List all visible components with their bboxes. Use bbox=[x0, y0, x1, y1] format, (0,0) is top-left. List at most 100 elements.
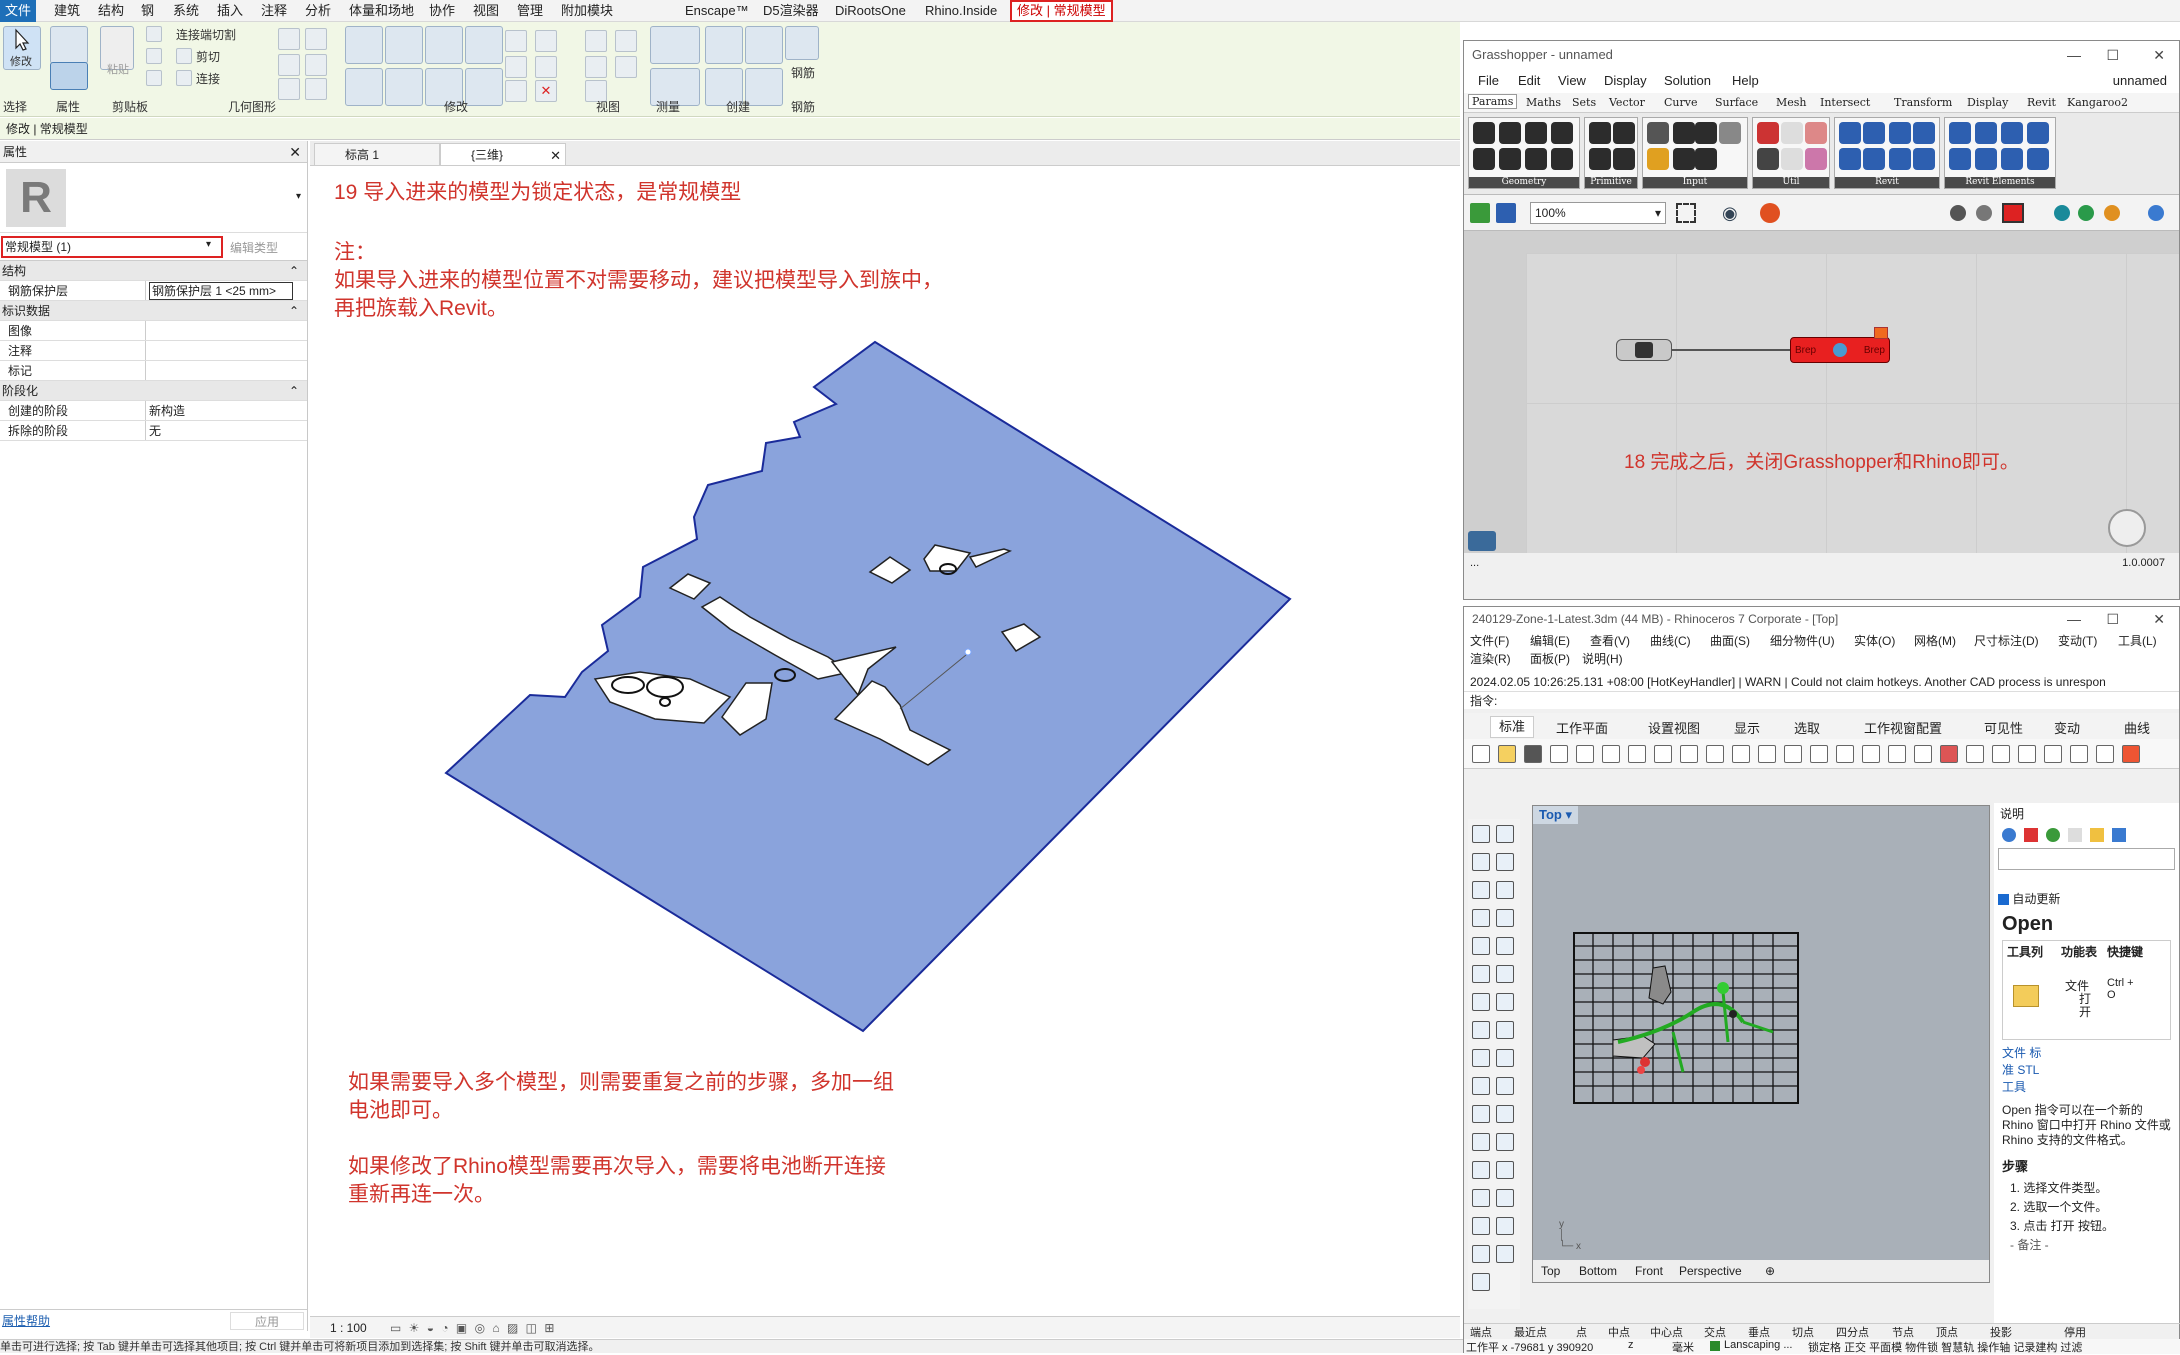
paste-icon[interactable] bbox=[1628, 745, 1646, 763]
tab-annotate[interactable]: 注释 bbox=[256, 0, 292, 22]
add-viewport-icon[interactable]: ⊕ bbox=[1765, 1260, 1775, 1282]
boolean-icon[interactable] bbox=[1496, 993, 1514, 1011]
gh-group-util[interactable]: Util bbox=[1752, 117, 1830, 189]
freeform-icon[interactable] bbox=[1496, 937, 1514, 955]
rhino-model-plan[interactable] bbox=[1573, 932, 1803, 1107]
polygon-icon[interactable] bbox=[1472, 937, 1490, 955]
undo-icon[interactable] bbox=[1680, 745, 1698, 763]
eye-icon[interactable]: ◉ bbox=[1722, 203, 1738, 224]
gh-tab-mesh[interactable]: Mesh bbox=[1776, 96, 1807, 109]
layers-icon[interactable] bbox=[2024, 828, 2038, 842]
extrude-icon[interactable] bbox=[1496, 965, 1514, 983]
undo-view-icon[interactable] bbox=[1862, 745, 1880, 763]
properties-help-link[interactable]: 属性帮助 bbox=[2, 1310, 50, 1332]
cut-icon[interactable] bbox=[176, 48, 192, 64]
rotate-icon[interactable] bbox=[1496, 1105, 1514, 1123]
rh-menu-file[interactable]: 文件(F) bbox=[1470, 632, 1509, 649]
text-icon[interactable] bbox=[1472, 1161, 1490, 1179]
rh-tab-visibility[interactable]: 可见性 bbox=[1984, 718, 2023, 737]
tab-massing[interactable]: 体量和场地 bbox=[344, 0, 419, 22]
gh-group-geometry[interactable]: Geometry bbox=[1468, 117, 1580, 189]
gh-tab-curve[interactable]: Curve bbox=[1664, 96, 1697, 109]
tab-steel[interactable]: 钢 bbox=[136, 0, 159, 22]
section-phasing[interactable]: 阶段化 ⌃ bbox=[0, 381, 307, 401]
copy-icon[interactable] bbox=[1576, 745, 1594, 763]
tab-dirootsone[interactable]: DiRootsOne bbox=[830, 0, 911, 22]
rh-tab-standard[interactable]: 标准 bbox=[1490, 716, 1535, 738]
geometry-tool-4[interactable] bbox=[305, 54, 327, 76]
tab-analyze[interactable]: 分析 bbox=[300, 0, 336, 22]
array-icon[interactable] bbox=[1472, 1245, 1490, 1263]
rh-menu-panels[interactable]: 面板(P) bbox=[1530, 650, 1570, 667]
section-identity[interactable]: 标识数据 ⌃ bbox=[0, 301, 307, 321]
close-icon[interactable]: ✕ bbox=[289, 141, 301, 163]
rectangle-icon[interactable] bbox=[1496, 909, 1514, 927]
tab-enscape[interactable]: Enscape™ bbox=[680, 0, 754, 22]
osnap-icon[interactable] bbox=[1992, 745, 2010, 763]
imported-model[interactable] bbox=[310, 167, 1460, 1067]
vp-tab-front[interactable]: Front bbox=[1635, 1260, 1663, 1282]
trim-icon[interactable] bbox=[1472, 1077, 1490, 1095]
grasshopper-canvas[interactable]: Brep Brep 18 完成之后，关闭Grasshopper和Rhino即可。 bbox=[1464, 231, 2179, 553]
gh-doc-name[interactable]: unnamed bbox=[2113, 73, 2167, 88]
view-tool-4[interactable] bbox=[615, 56, 637, 78]
vp-tab-perspective[interactable]: Perspective bbox=[1679, 1260, 1742, 1282]
rh-tab-display[interactable]: 显示 bbox=[1734, 718, 1760, 737]
rh-menu-surface[interactable]: 曲面(S) bbox=[1710, 632, 1750, 649]
material-icon[interactable] bbox=[2122, 745, 2140, 763]
shade-icon[interactable] bbox=[2018, 745, 2036, 763]
ellipse-icon[interactable] bbox=[1496, 881, 1514, 899]
cut-join-label[interactable]: 连接端切割 bbox=[176, 26, 236, 43]
gh-tab-transform[interactable]: Transform bbox=[1894, 96, 1952, 109]
rh-menu-subd[interactable]: 细分物件(U) bbox=[1770, 632, 1835, 649]
custom-icon[interactable] bbox=[2104, 205, 2120, 221]
mirror-draw-button[interactable] bbox=[465, 26, 503, 64]
subd-icon[interactable] bbox=[1496, 1021, 1514, 1039]
mirror-icon[interactable] bbox=[1496, 1133, 1514, 1151]
rh-menu-mesh[interactable]: 网格(M) bbox=[1914, 632, 1956, 649]
preview-wire-icon[interactable] bbox=[1950, 205, 1966, 221]
property-row[interactable]: 图像 bbox=[0, 321, 307, 341]
osnap-perp[interactable]: 垂点 bbox=[1748, 1324, 1770, 1340]
property-row[interactable]: 注释 bbox=[0, 341, 307, 361]
tab-rhino-inside[interactable]: Rhino.Inside bbox=[920, 0, 1002, 22]
gh-menu-display[interactable]: Display bbox=[1604, 73, 1647, 88]
scale-icon[interactable] bbox=[1472, 1133, 1490, 1151]
point-icon[interactable] bbox=[1496, 825, 1514, 843]
osnap-near[interactable]: 最近点 bbox=[1514, 1324, 1547, 1340]
group-icon[interactable] bbox=[1496, 1189, 1514, 1207]
rh-tab-cplanes[interactable]: 工作平面 bbox=[1556, 718, 1608, 737]
preview-selected-icon[interactable] bbox=[2002, 203, 2024, 223]
gh-tab-params[interactable]: Params bbox=[1468, 94, 1518, 109]
maximize-icon[interactable]: ☐ bbox=[2106, 41, 2119, 69]
tab-architecture[interactable]: 建筑 bbox=[49, 0, 85, 22]
lock-icon[interactable] bbox=[2096, 745, 2114, 763]
gh-tab-revit[interactable]: Revit bbox=[2027, 96, 2056, 109]
gh-menu-file[interactable]: File bbox=[1478, 73, 1499, 88]
rh-tab-select[interactable]: 选取 bbox=[1794, 718, 1820, 737]
gh-tab-intersect[interactable]: Intersect bbox=[1820, 96, 1870, 109]
gh-menu-solution[interactable]: Solution bbox=[1664, 73, 1711, 88]
rh-menu-solid[interactable]: 实体(O) bbox=[1854, 632, 1895, 649]
properties-icon[interactable] bbox=[2002, 828, 2016, 842]
rh-menu-curve[interactable]: 曲线(C) bbox=[1650, 632, 1691, 649]
circle-icon[interactable] bbox=[1472, 881, 1490, 899]
osnap-project[interactable]: 投影 bbox=[1990, 1324, 2012, 1340]
zoom-window-icon[interactable] bbox=[1784, 745, 1802, 763]
help-search-input[interactable] bbox=[1998, 848, 2175, 870]
new-icon[interactable] bbox=[1472, 745, 1490, 763]
analyze-icon[interactable] bbox=[1472, 1217, 1490, 1235]
select-icon[interactable] bbox=[1966, 745, 1984, 763]
view-tool-2[interactable] bbox=[615, 30, 637, 52]
osnap-vertex[interactable]: 顶点 bbox=[1936, 1324, 1958, 1340]
select-arrow-icon[interactable] bbox=[1472, 825, 1490, 843]
sketch-icon[interactable] bbox=[1760, 203, 1780, 223]
osnap-mid[interactable]: 中点 bbox=[1608, 1324, 1630, 1340]
light-icon[interactable] bbox=[1472, 1049, 1490, 1067]
gh-tab-kangaroo2[interactable]: Kangaroo2 bbox=[2067, 96, 2128, 109]
create-assembly-button[interactable] bbox=[705, 26, 743, 64]
trim-button[interactable] bbox=[465, 68, 503, 106]
dimension-icon[interactable] bbox=[1496, 1161, 1514, 1179]
cut-join-icon[interactable] bbox=[146, 26, 162, 42]
more-icon[interactable] bbox=[1472, 1273, 1490, 1291]
